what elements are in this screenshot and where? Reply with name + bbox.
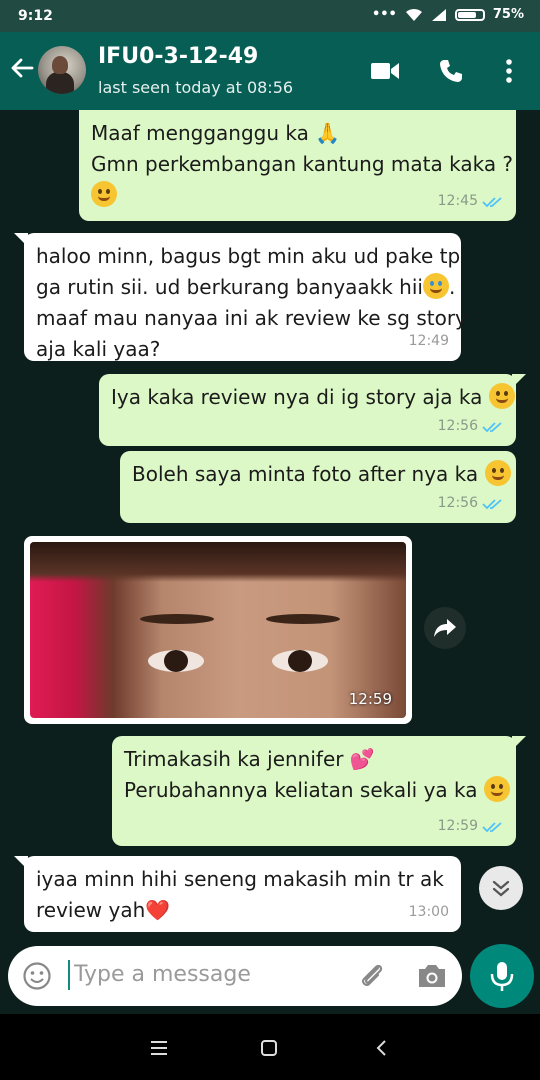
hugging-face-emoji-icon [91, 181, 117, 207]
chat-header: IFU0-3-12-49 last seen today at 08:56 [0, 32, 540, 110]
menu-icon[interactable] [150, 1040, 168, 1056]
star-struck-emoji-icon [422, 273, 449, 299]
message-meta: 13:00 [409, 897, 449, 928]
message-meta: 12:45 [438, 186, 504, 217]
shared-photo[interactable]: 12:59 [30, 542, 406, 718]
message-time: 12:49 [408, 333, 449, 349]
message-meta: 12:59 [438, 811, 504, 842]
status-time: 9:12 [18, 8, 53, 24]
message-meta: 12:49 [409, 326, 449, 357]
contact-name[interactable]: IFU0-3-12-49 [98, 44, 258, 69]
read-ticks-icon [482, 821, 502, 832]
message-text: Iya kaka review nya di ig story aja ka [111, 382, 515, 413]
message-text: haloo minn, bagus bgt min aku ud pake tp [36, 244, 461, 268]
forward-icon [434, 619, 456, 637]
message-text: Trimakasih ka jennifer 💕 [124, 747, 375, 771]
battery-percent: 75% [492, 7, 524, 22]
message-text: ga rutin sii. ud berkurang banyaakk hii. [36, 273, 456, 299]
camera-icon[interactable] [416, 962, 448, 990]
message-text: Maaf mengganggu ka 🙏 [91, 121, 341, 145]
forward-button[interactable] [424, 607, 466, 649]
message-meta: 12:56 [438, 411, 504, 442]
smiling-face-with-hearts-emoji-icon [488, 383, 515, 409]
emoji-icon[interactable] [22, 961, 52, 991]
message-outgoing[interactable]: Maaf mengganggu ka 🙏 Gmn perkembangan ka… [79, 110, 516, 221]
two-hearts-emoji-icon: 💕 [349, 747, 375, 771]
message-incoming-image[interactable]: 12:59 [24, 536, 412, 724]
system-nav-bar [0, 1014, 540, 1080]
back-nav-icon[interactable] [374, 1039, 388, 1057]
read-ticks-icon [482, 421, 502, 432]
message-outgoing[interactable]: Iya kaka review nya di ig story aja ka 1… [99, 374, 526, 446]
more-options-icon[interactable] [502, 58, 516, 86]
message-text: Gmn perkembangan kantung mata kaka ? [91, 152, 514, 176]
read-ticks-icon [482, 498, 502, 509]
attach-icon[interactable] [358, 962, 386, 990]
last-seen-status: last seen today at 08:56 [98, 78, 294, 97]
video-call-icon[interactable] [370, 58, 400, 84]
message-composer[interactable]: Type a message [8, 946, 462, 1006]
battery-icon [454, 8, 485, 21]
voice-record-button[interactable] [470, 944, 534, 1008]
phone-icon[interactable] [438, 58, 464, 84]
scroll-down-icon [492, 880, 510, 897]
message-input[interactable]: Type a message [74, 962, 251, 987]
contact-avatar[interactable] [38, 46, 86, 94]
wifi-icon [405, 8, 422, 21]
message-incoming[interactable]: haloo minn, bagus bgt min aku ud pake tp… [14, 233, 467, 361]
text-cursor [68, 960, 70, 990]
message-outgoing[interactable]: Trimakasih ka jennifer 💕 Perubahannya ke… [112, 736, 526, 846]
message-time: 13:00 [408, 904, 449, 920]
message-time: 12:59 [437, 818, 478, 834]
hugging-face-emoji-icon [484, 460, 511, 486]
message-time: 12:59 [348, 690, 392, 708]
mic-icon [490, 962, 514, 991]
message-text: Boleh saya minta foto after nya ka [132, 459, 511, 490]
dots-icon: ••• [371, 7, 397, 22]
read-ticks-icon [482, 196, 502, 207]
message-text: maaf mau nanyaa ini ak review ke sg stor… [36, 306, 467, 330]
message-incoming[interactable]: iyaa minn hihi seneng makasih min tr ak … [14, 856, 461, 932]
status-bar: 9:12 ••• 75% [0, 0, 540, 32]
message-text: aja kali yaa? [36, 337, 161, 361]
message-time: 12:45 [437, 193, 478, 209]
signal-icon [431, 8, 446, 21]
message-text: Perubahannya keliatan sekali ya ka [124, 775, 510, 806]
chat-area[interactable]: Maaf mengganggu ka 🙏 Gmn perkembangan ka… [0, 110, 540, 940]
message-time: 12:56 [437, 418, 478, 434]
home-icon[interactable] [260, 1039, 278, 1057]
back-arrow-icon[interactable] [8, 54, 36, 82]
message-outgoing[interactable]: Boleh saya minta foto after nya ka 12:56 [120, 451, 516, 523]
smiling-face-with-hearts-emoji-icon [483, 776, 510, 802]
message-text: iyaa minn hihi seneng makasih min tr ak [36, 867, 444, 891]
message-time: 12:56 [437, 495, 478, 511]
status-icons: ••• 75% [372, 7, 524, 22]
scroll-to-bottom-button[interactable] [479, 866, 523, 910]
message-meta: 12:56 [438, 488, 504, 519]
message-text: review yah❤️ [36, 898, 171, 922]
